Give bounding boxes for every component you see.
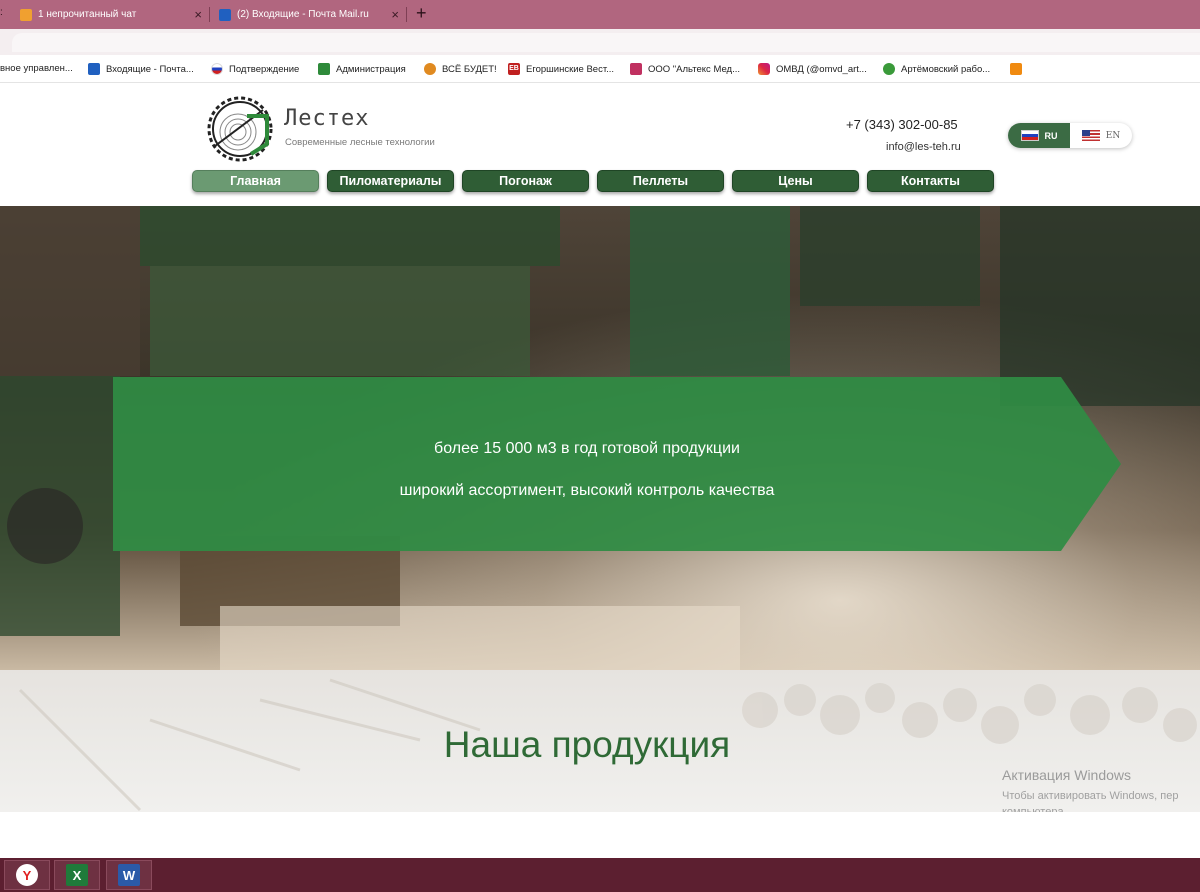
excel-icon: X [66,864,88,886]
windows-taskbar: Y X W [0,858,1200,892]
nav-prices[interactable]: Цены [732,170,859,192]
nav-pellets[interactable]: Пеллеты [597,170,724,192]
saw-blade-logo-icon[interactable] [207,96,273,162]
mail-blue-icon [219,8,231,21]
bookmark-item[interactable]: EB Егоршинские Вест... [508,63,614,75]
cut-off-tab[interactable]: : [0,7,3,18]
hero-headline: более 15 000 м3 в год готовой продукции [434,440,740,457]
site-header: Лестех Современные лесные технологии +7 … [0,84,1200,206]
taskbar-yandex-browser[interactable]: Y [4,860,50,890]
browser-toolbar [0,29,1200,55]
shield-icon [318,63,330,75]
windows-activation-text: Чтобы активировать Windows, пер компьюте… [1002,790,1179,812]
products-heading: Наша продукция [443,724,731,765]
bookmark-item[interactable]: ВСЁ БУДЕТ! [424,63,497,75]
med-icon [630,63,642,75]
bookmark-item[interactable]: Артёмовский рабо... [883,63,990,75]
address-bar-area[interactable] [12,33,1200,52]
hero-subheadline: широкий ассортимент, высокий контроль ка… [399,482,775,499]
close-icon[interactable]: × [194,7,202,22]
mail-icon [88,63,100,75]
leaf-icon [883,63,895,75]
russia-icon [211,63,223,75]
word-icon: W [118,864,140,886]
usa-flag-icon [1081,130,1100,141]
hero-arrow-banner [113,377,1121,551]
tab-title: (2) Входящие - Почта Mail.ru [237,9,369,20]
taskbar-excel[interactable]: X [54,860,100,890]
tab-separator [406,7,407,22]
bookmark-item[interactable]: Подтверждение [211,63,299,75]
new-tab-button[interactable]: + [416,3,427,24]
bookmark-item[interactable]: Администрация [318,63,406,75]
coin-icon [424,63,436,75]
instagram-icon [758,63,770,75]
hero-section: более 15 000 м3 в год готовой продукции … [0,206,1200,670]
bookmark-item[interactable]: Входящие - Почта... [88,63,194,75]
browser-tab-strip: : 1 непрочитанный чат × (2) Входящие - П… [0,0,1200,29]
russia-flag-icon [1020,130,1039,141]
lang-en-button[interactable]: EN [1070,123,1132,148]
phone-number[interactable]: +7 (343) 302-00-85 [846,117,958,132]
page-continuation [0,812,1200,858]
nav-lumber[interactable]: Пиломатериалы [327,170,454,192]
yandex-browser-icon: Y [16,864,38,886]
email-link[interactable]: info@les-teh.ru [886,141,961,153]
eb-icon: EB [508,63,520,75]
logo-title[interactable]: Лестех [284,106,369,131]
taskbar-word[interactable]: W [106,860,152,890]
tab-mail-inbox[interactable]: (2) Входящие - Почта Mail.ru × [219,0,405,29]
tab-title: 1 непрочитанный чат [38,9,137,20]
windows-activation-title: Активация Windows [1002,767,1132,783]
nav-home[interactable]: Главная [192,170,319,192]
products-section: Наша продукция Активация Windows Чтобы а… [0,670,1200,812]
tab-separator [209,7,210,22]
nav-moldings[interactable]: Погонаж [462,170,589,192]
tab-unread-chat[interactable]: 1 непрочитанный чат × [20,0,208,29]
bookmark-item[interactable] [1010,63,1028,75]
bookmark-item[interactable]: вное управлен... [0,63,73,74]
logo-subtitle: Современные лесные технологии [285,137,435,148]
bookmark-item[interactable]: ОМВД (@omvd_art... [758,63,867,75]
lang-ru-button[interactable]: RU [1008,123,1070,148]
mail-orange-icon [20,8,32,21]
language-switcher: RU EN [1008,123,1132,148]
bookmark-item[interactable]: ООО "Альтекс Мед... [630,63,740,75]
bookmarks-bar: вное управлен... Входящие - Почта... Под… [0,55,1200,83]
close-icon[interactable]: × [391,7,399,22]
ok-icon [1010,63,1022,75]
nav-contacts[interactable]: Контакты [867,170,994,192]
